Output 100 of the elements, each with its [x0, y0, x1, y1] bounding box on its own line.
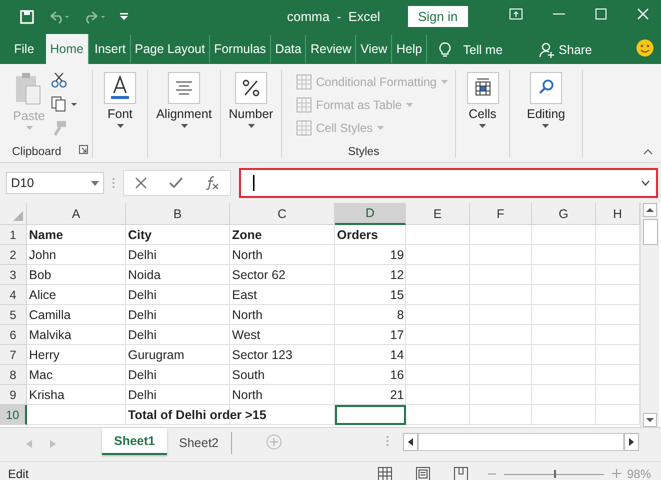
scroll-left-icon[interactable]: [403, 433, 418, 451]
column-header[interactable]: A: [27, 203, 126, 225]
table-cell-text: Alice: [28, 287, 58, 304]
copy-icon[interactable]: [50, 96, 79, 112]
row-header[interactable]: 6: [0, 325, 27, 345]
ribbon-tab[interactable]: Formulas: [210, 35, 272, 63]
column-header[interactable]: B: [126, 203, 230, 225]
save-icon[interactable]: [20, 10, 34, 24]
table-grid-icon: [296, 96, 312, 112]
maximize-icon[interactable]: [595, 8, 607, 20]
collapse-ribbon-icon[interactable]: [643, 149, 653, 155]
table-cell-text: 17: [389, 327, 405, 344]
table-cell-text: Camilla: [28, 307, 72, 324]
caret-icon: [479, 124, 486, 128]
editing-button[interactable]: Editing: [526, 72, 566, 128]
table-cell-text: West: [231, 327, 262, 344]
column-header[interactable]: D: [335, 203, 406, 225]
dropdown-caret-icon[interactable]: [91, 180, 99, 186]
scroll-right-icon[interactable]: [624, 433, 639, 451]
sheet-tab[interactable]: Sheet2: [167, 432, 232, 454]
text-cursor-icon: [253, 175, 255, 191]
ribbon-tab[interactable]: Insert: [90, 35, 131, 63]
row-header[interactable]: 1: [0, 225, 27, 245]
table-cell-text: Krisha: [28, 387, 66, 404]
row-header[interactable]: 5: [0, 305, 27, 325]
person-add-icon[interactable]: [538, 42, 555, 58]
table-cell-text: Bob: [28, 267, 52, 284]
column-header[interactable]: H: [596, 203, 640, 225]
table-cell-text: Delhi: [127, 327, 158, 344]
undo-icon[interactable]: [48, 10, 70, 24]
table-cell-text: South: [231, 367, 266, 384]
horizontal-scrollbar[interactable]: [418, 433, 624, 451]
table-cell-text: Orders: [336, 227, 379, 244]
checkmark-icon[interactable]: [169, 177, 183, 189]
table-cell-text: Delhi: [127, 307, 158, 324]
table-grid-icon: [296, 120, 312, 136]
cancel-icon[interactable]: [135, 177, 147, 189]
tell-me-link[interactable]: Tell me: [463, 43, 503, 57]
row-header[interactable]: 10: [0, 405, 27, 425]
column-header[interactable]: C: [230, 203, 335, 225]
table-cell-text: North: [231, 387, 264, 404]
ribbon-tab[interactable]: Help: [392, 35, 428, 63]
ribbon-tab[interactable]: Data: [271, 35, 306, 63]
close-icon[interactable]: [637, 8, 649, 20]
table-cell-text: East: [231, 287, 258, 304]
table-cell-text: North: [231, 307, 264, 324]
alignment-button[interactable]: Alignment: [156, 72, 212, 128]
share-button[interactable]: Share: [558, 43, 592, 57]
sign-in-button[interactable]: Sign in: [408, 6, 468, 27]
scroll-thumb[interactable]: [642, 219, 658, 245]
name-box[interactable]: D10: [6, 172, 104, 194]
scroll-up-icon[interactable]: [643, 203, 657, 217]
ribbon-tab[interactable]: File: [4, 35, 46, 63]
ribbon-tab[interactable]: Review: [306, 35, 356, 63]
zoom-slider[interactable]: [504, 468, 604, 480]
ribbon-tab[interactable]: Home: [46, 34, 88, 64]
smiley-icon[interactable]: [636, 38, 654, 56]
table-cell-text: Name: [28, 227, 64, 244]
caret-icon: [376, 126, 384, 130]
lightbulb-icon[interactable]: [439, 42, 452, 58]
number-button[interactable]: Number: [228, 72, 274, 128]
table-cell-text: 16: [389, 367, 405, 384]
page-break-icon[interactable]: [454, 466, 468, 480]
row-header[interactable]: 2: [0, 245, 27, 265]
sheet-tab[interactable]: Sheet1: [102, 428, 167, 455]
caret-icon: [542, 124, 550, 128]
ribbon-display-icon[interactable]: [509, 8, 523, 20]
scissors-icon[interactable]: [50, 72, 67, 88]
caret-icon: [406, 102, 413, 106]
customize-caret-icon[interactable]: [120, 13, 128, 21]
insert-function-icon[interactable]: [205, 176, 219, 190]
table-cell-text: Delhi: [127, 367, 158, 384]
row-header[interactable]: 4: [0, 285, 27, 305]
ribbon-tab[interactable]: Page Layout: [130, 35, 210, 63]
row-header[interactable]: 7: [0, 345, 27, 365]
normal-view-icon[interactable]: [378, 466, 392, 480]
table-cell-text: 21: [389, 387, 405, 404]
table-cell-text: Malvika: [28, 327, 72, 344]
row-header[interactable]: 8: [0, 365, 27, 385]
column-header[interactable]: F: [470, 203, 532, 225]
page-layout-icon[interactable]: [416, 466, 430, 480]
formula-field[interactable]: [239, 168, 658, 198]
active-cell[interactable]: [335, 405, 406, 425]
column-header[interactable]: E: [406, 203, 470, 225]
caret-icon: [26, 126, 32, 130]
row-header[interactable]: 9: [0, 385, 27, 405]
table-cell-text: 19: [389, 247, 405, 264]
dialog-launcher-icon[interactable]: [79, 145, 88, 154]
row-header[interactable]: 3: [0, 265, 27, 285]
redo-icon[interactable]: [84, 10, 106, 24]
group-label: Clipboard: [12, 146, 62, 158]
column-header[interactable]: G: [532, 203, 596, 225]
table-cell-text: John: [28, 247, 58, 264]
ribbon-tab[interactable]: View: [356, 35, 392, 63]
caret-icon: [440, 80, 448, 84]
dropdown-caret-icon[interactable]: [641, 180, 650, 186]
grip-dots-icon: [386, 434, 389, 446]
table-cell-text: Delhi: [127, 287, 158, 304]
table-cell-text: 12: [389, 267, 405, 284]
scroll-down-icon[interactable]: [643, 413, 657, 427]
